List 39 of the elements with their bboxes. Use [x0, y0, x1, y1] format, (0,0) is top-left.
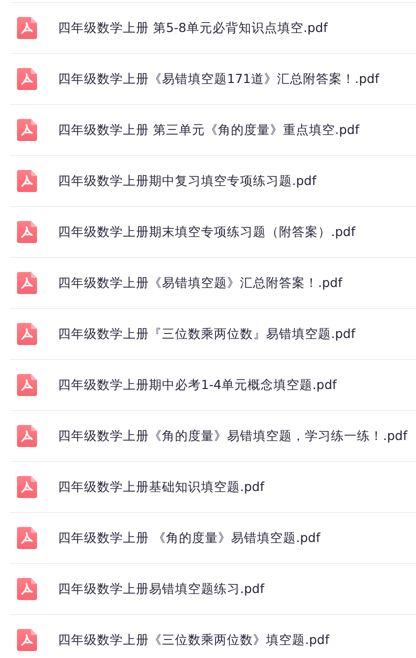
file-name: 四年级数学上册《易错填空题》汇总附答案！.pdf	[58, 274, 342, 292]
file-name: 四年级数学上册基础知识填空题.pdf	[58, 478, 264, 496]
file-name: 四年级数学上册易错填空题练习.pdf	[58, 580, 264, 598]
pdf-file-icon	[17, 17, 37, 39]
pdf-file-icon	[17, 272, 37, 294]
file-row[interactable]: 四年级数学上册《角的度量》易错填空题，学习练一练！.pdf	[10, 410, 416, 461]
pdf-file-icon	[17, 170, 37, 192]
file-row[interactable]: 四年级数学上册 第三单元《角的度量》重点填空.pdf	[10, 104, 416, 155]
file-name: 四年级数学上册『三位数乘两位数』易错填空题.pdf	[58, 326, 356, 342]
file-row[interactable]: 四年级数学上册『三位数乘两位数』易错填空题.pdf	[10, 308, 416, 359]
file-row[interactable]: 四年级数学上册 第5-8单元必背知识点填空.pdf	[10, 2, 416, 53]
pdf-file-icon	[17, 629, 37, 651]
pdf-file-icon	[17, 425, 37, 447]
pdf-file-icon	[17, 578, 37, 600]
file-row[interactable]: 四年级数学上册基础知识填空题.pdf	[10, 461, 416, 512]
file-name: 四年级数学上册 第三单元《角的度量》重点填空.pdf	[58, 122, 360, 138]
file-row[interactable]: 四年级数学上册期中必考1-4单元概念填空题.pdf	[10, 359, 416, 410]
file-row[interactable]: 四年级数学上册期中复习填空专项练习题.pdf	[10, 155, 416, 206]
pdf-file-icon	[17, 374, 37, 396]
file-name: 四年级数学上册期中必考1-4单元概念填空题.pdf	[58, 376, 337, 394]
file-row[interactable]: 四年级数学上册易错填空题练习.pdf	[10, 563, 416, 614]
file-row[interactable]: 四年级数学上册《易错填空题171道》汇总附答案！.pdf	[10, 53, 416, 104]
file-name: 四年级数学上册期中复习填空专项练习题.pdf	[58, 172, 316, 190]
file-name: 四年级数学上册期末填空专项练习题（附答案）.pdf	[58, 224, 356, 240]
pdf-file-icon	[17, 527, 37, 549]
pdf-file-icon	[17, 221, 37, 243]
pdf-file-icon	[17, 68, 37, 90]
file-name: 四年级数学上册 《角的度量》易错填空题.pdf	[58, 530, 320, 546]
file-row[interactable]: 四年级数学上册 《角的度量》易错填空题.pdf	[10, 512, 416, 563]
file-name: 四年级数学上册《三位数乘两位数》填空题.pdf	[58, 632, 330, 648]
file-name: 四年级数学上册 第5-8单元必背知识点填空.pdf	[58, 20, 328, 36]
pdf-file-icon	[17, 476, 37, 498]
file-row[interactable]: 四年级数学上册期末填空专项练习题（附答案）.pdf	[10, 206, 416, 257]
file-name: 四年级数学上册《角的度量》易错填空题，学习练一练！.pdf	[58, 428, 408, 444]
pdf-file-icon	[17, 119, 37, 141]
file-name: 四年级数学上册《易错填空题171道》汇总附答案！.pdf	[58, 70, 380, 88]
file-row[interactable]: 四年级数学上册《三位数乘两位数》填空题.pdf	[10, 614, 416, 658]
file-row[interactable]: 四年级数学上册《易错填空题》汇总附答案！.pdf	[10, 257, 416, 308]
pdf-file-icon	[17, 323, 37, 345]
